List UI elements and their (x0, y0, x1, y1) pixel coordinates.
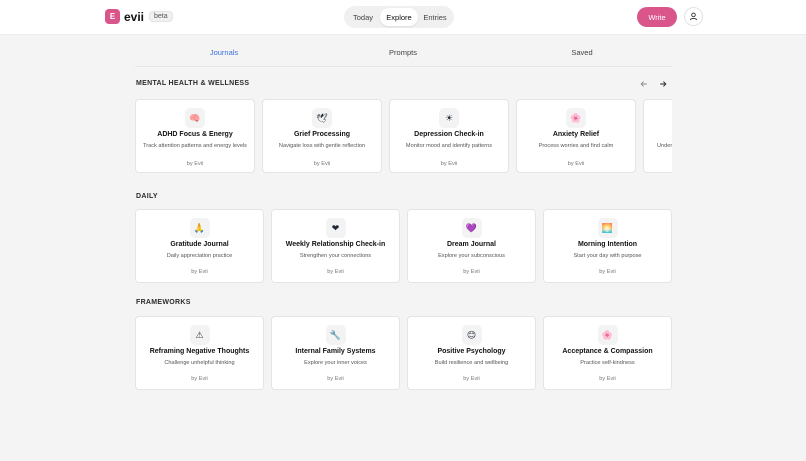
card-description: Process worries and find calm (538, 143, 614, 149)
section-title-frameworks: FRAMEWORKS (136, 299, 191, 306)
card-author: by Evii (463, 269, 480, 275)
card-title: Dream Journal (446, 241, 497, 248)
card-author: by Evii (327, 376, 344, 382)
flower-icon: 🌸 (566, 108, 586, 128)
card-title: Weekly Relationship Check-in (285, 241, 386, 248)
card-description: Monitor mood and identify patterns (405, 143, 493, 149)
card-description: Under (657, 143, 672, 149)
logo-mark: E (105, 9, 120, 24)
logo[interactable]: E evii beta (105, 9, 173, 24)
card-author: by Evii (599, 269, 616, 275)
tab-saved[interactable]: Saved (542, 45, 622, 67)
card-description: Challenge unhelpful thinking (164, 360, 235, 366)
journal-card[interactable]: 😊 Positive Psychology Build resilience a… (407, 316, 536, 390)
heart-icon: ❤ (325, 218, 346, 238)
journal-card[interactable]: 💜 Dream Journal Explore your subconsciou… (407, 209, 536, 283)
journal-tabs: Journals Prompts Saved (135, 45, 673, 67)
journal-card[interactable]: 🙏 Gratitude Journal Daily appreciation p… (135, 209, 264, 283)
card-description: Daily appreciation practice (166, 253, 233, 259)
card-description: Navigate loss with gentle reflection (278, 143, 366, 149)
user-menu-button[interactable] (684, 7, 703, 26)
card-title: Grief Processing (293, 131, 351, 138)
card-title: Positive Psychology (437, 348, 506, 355)
nav-explore[interactable]: Explore (380, 8, 418, 26)
card-description: Strengthen your connections (299, 253, 372, 259)
card-author: by Evii (191, 376, 208, 382)
card-title: Morning Intention (577, 241, 638, 248)
card-author: by Evii (191, 269, 208, 275)
sunrise-icon: 🌅 (597, 218, 618, 238)
journal-card[interactable]: 🧠 ADHD Focus & Energy Track attention pa… (135, 99, 255, 173)
tab-prompts[interactable]: Prompts (363, 45, 443, 67)
journal-card[interactable]: 🌸 Anxiety Relief Process worries and fin… (516, 99, 636, 173)
section-title-mental-health: MENTAL HEALTH & WELLNESS (136, 80, 250, 87)
journal-card[interactable]: ❤ Weekly Relationship Check-in Strengthe… (271, 209, 400, 283)
card-title: Acceptance & Compassion (562, 348, 653, 355)
nav-entries[interactable]: Entries (418, 8, 452, 26)
purple-heart-icon: 💜 (461, 218, 482, 238)
mental-health-carousel[interactable]: 🧠 ADHD Focus & Energy Track attention pa… (134, 98, 672, 175)
card-title: Depression Check-in (414, 131, 484, 138)
journal-card[interactable]: 🌅 Morning Intention Start your day with … (543, 209, 672, 283)
card-title: Anxiety Relief (552, 131, 600, 138)
write-button[interactable]: Write (637, 7, 677, 27)
scroll-left-button[interactable] (638, 78, 650, 90)
journal-card[interactable]: ⚠ Reframing Negative Thoughts Challenge … (135, 316, 264, 390)
pray-icon: 🙏 (189, 218, 210, 238)
sun-icon: ☀ (439, 108, 459, 128)
card-title: Reframing Negative Thoughts (149, 348, 250, 355)
journal-card[interactable]: 🕊 Grief Processing Navigate loss with ge… (262, 99, 382, 173)
nav-today[interactable]: Today (346, 8, 380, 26)
warning-icon: ⚠ (189, 325, 210, 345)
card-description: Explore your inner voices (304, 360, 367, 366)
smile-icon: 😊 (461, 325, 482, 345)
card-description: Explore your subconscious (438, 253, 505, 259)
beta-badge: beta (149, 11, 173, 22)
card-title: ADHD Focus & Energy (157, 131, 233, 138)
journal-card[interactable]: 🌸 Acceptance & Compassion Practice self-… (543, 316, 672, 390)
card-author: by Evii (313, 161, 331, 167)
scroll-right-button[interactable] (657, 78, 669, 90)
top-bar: E evii beta Today Explore Entries Write (0, 0, 806, 35)
journal-card[interactable]: 🔧 Internal Family Systems Explore your i… (271, 316, 400, 390)
card-author: by Evii (186, 161, 204, 167)
card-description: Build resilience and wellbeing (434, 360, 509, 366)
card-author: by Evii (599, 376, 616, 382)
card-description: Start your day with purpose (573, 253, 642, 259)
card-description: Track attention patterns and energy leve… (143, 143, 247, 149)
card-title: Gratitude Journal (170, 241, 229, 248)
main-nav: Today Explore Entries (344, 6, 454, 28)
app-name: evii (124, 9, 145, 24)
card-author: by Evii (463, 376, 480, 382)
section-title-daily: DAILY (136, 193, 158, 200)
arrow-left-icon (640, 81, 647, 87)
card-description: Practice self-kindness (580, 360, 635, 366)
card-title: Internal Family Systems (295, 348, 376, 355)
journal-card-partial[interactable]: Under (643, 99, 672, 173)
dove-icon: 🕊 (312, 108, 332, 128)
wrench-icon: 🔧 (325, 325, 346, 345)
tab-journals[interactable]: Journals (184, 45, 264, 67)
user-icon (689, 12, 698, 21)
arrow-right-icon (660, 81, 667, 87)
journal-card[interactable]: ☀ Depression Check-in Monitor mood and i… (389, 99, 509, 173)
card-author: by Evii (567, 161, 585, 167)
blossom-icon: 🌸 (597, 325, 618, 345)
card-author: by Evii (327, 269, 344, 275)
brain-icon: 🧠 (185, 108, 205, 128)
card-author: by Evii (440, 161, 458, 167)
